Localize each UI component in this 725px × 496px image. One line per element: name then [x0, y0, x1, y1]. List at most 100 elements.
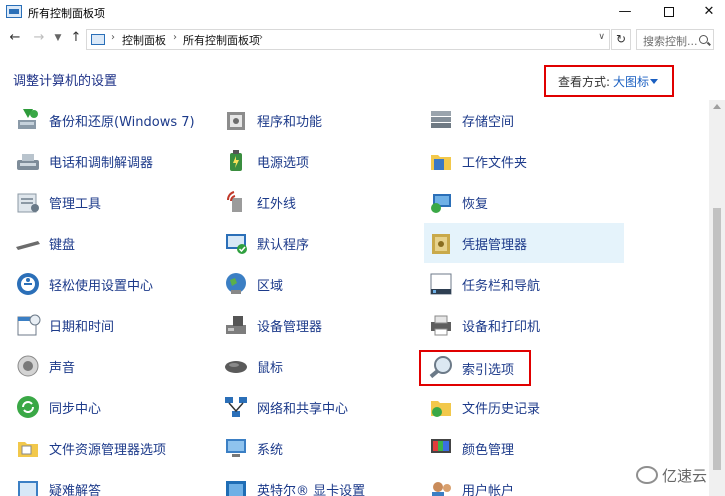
item-power-options[interactable]: 电源选项 — [222, 141, 422, 181]
infrared-icon — [227, 191, 242, 212]
title-bar: 所有控制面板项 — ✕ — [0, 0, 725, 25]
breadcrumb-control-panel[interactable]: 控制面板 — [122, 32, 166, 48]
item-ease-of-access[interactable]: 轻松使用设置中心 — [14, 264, 214, 304]
system-icon — [226, 439, 246, 457]
item-troubleshooting[interactable]: 疑难解答 — [14, 469, 214, 496]
item-label: 程序和功能 — [257, 115, 323, 130]
item-device-manager[interactable]: 设备管理器 — [222, 305, 422, 345]
sync-center-icon — [17, 396, 39, 418]
breadcrumb-all-items[interactable]: 所有控制面板项 — [183, 32, 260, 48]
item-system[interactable]: 系统 — [222, 428, 422, 468]
network-sharing-icon — [225, 397, 247, 417]
recent-locations-button[interactable]: ▼ — [49, 29, 67, 47]
item-programs-features[interactable]: 程序和功能 — [222, 100, 422, 140]
item-recovery[interactable]: 恢复 — [427, 182, 627, 222]
item-work-folders[interactable]: 工作文件夹 — [427, 141, 627, 181]
item-network-sharing[interactable]: 网络和共享中心 — [222, 387, 422, 427]
taskbar-navigation-icon — [430, 273, 452, 295]
explorer-options-icon — [18, 442, 38, 457]
item-label: 同步中心 — [49, 402, 102, 417]
window-title: 所有控制面板项 — [28, 7, 105, 20]
item-infrared[interactable]: 红外线 — [222, 182, 422, 222]
page-title: 调整计算机的设置 — [13, 74, 118, 89]
default-programs-icon — [226, 234, 247, 254]
item-label: 日期和时间 — [49, 320, 115, 335]
item-storage-spaces[interactable]: 存储空间 — [427, 100, 627, 140]
item-label: 轻松使用设置中心 — [49, 279, 154, 294]
item-label: 设备管理器 — [257, 320, 323, 335]
recovery-icon — [431, 194, 451, 213]
items-grid: 备份和还原(Windows 7) 程序和功能 存储空间 电话和调制解调器 电源选… — [0, 100, 709, 496]
control-panel-icon — [91, 34, 105, 45]
search-placeholder: 搜索控制... — [643, 35, 698, 48]
intel-graphics-icon — [226, 481, 246, 496]
item-phone-modem[interactable]: 电话和调制解调器 — [14, 141, 214, 181]
item-label: 区域 — [257, 279, 284, 294]
item-taskbar-navigation[interactable]: 任务栏和导航 — [427, 264, 627, 304]
minimize-button[interactable]: — — [602, 0, 648, 25]
view-by-dropdown[interactable]: 大图标 — [613, 73, 649, 90]
close-button[interactable]: ✕ — [686, 0, 725, 25]
address-bar[interactable]: › 控制面板 › 所有控制面板项 › ∨ — [86, 29, 610, 50]
item-region[interactable]: 区域 — [222, 264, 422, 304]
chevron-right-icon[interactable]: › — [111, 32, 115, 43]
item-user-accounts[interactable]: 用户帐户 — [427, 469, 627, 496]
item-label: 红外线 — [257, 197, 297, 212]
item-keyboard[interactable]: 键盘 — [14, 223, 214, 263]
refresh-button[interactable]: ↻ — [611, 29, 631, 50]
item-color-management[interactable]: 颜色管理 — [427, 428, 627, 468]
up-button[interactable]: ↑ — [67, 29, 85, 47]
scroll-up-icon[interactable] — [713, 104, 721, 109]
color-management-icon — [431, 439, 451, 453]
item-label: 系统 — [257, 443, 284, 458]
region-icon — [226, 273, 246, 294]
chevron-right-icon[interactable]: › — [173, 32, 177, 43]
item-label: 英特尔® 显卡设置 — [257, 484, 366, 496]
keyboard-icon — [16, 241, 40, 250]
backup-restore-icon — [18, 109, 38, 129]
item-admin-tools[interactable]: 管理工具 — [14, 182, 214, 222]
view-by-control: 查看方式: 大图标 — [544, 65, 674, 97]
user-accounts-icon — [432, 482, 451, 496]
item-intel-graphics[interactable]: 英特尔® 显卡设置 — [222, 469, 422, 496]
item-label: 电话和调制解调器 — [49, 156, 154, 171]
ease-of-access-icon — [17, 273, 39, 295]
admin-tools-icon — [17, 193, 39, 213]
phone-modem-icon — [17, 154, 39, 170]
item-label: 工作文件夹 — [462, 156, 528, 171]
sound-icon — [17, 355, 39, 377]
chevron-right-icon[interactable]: › — [259, 32, 263, 43]
item-devices-printers[interactable]: 设备和打印机 — [427, 305, 627, 345]
item-mouse[interactable]: 鼠标 — [222, 346, 422, 386]
navigation-bar: ← → ▼ ↑ › 控制面板 › 所有控制面板项 › ∨ ↻ 搜索控制... — [0, 25, 725, 52]
item-label: 任务栏和导航 — [462, 279, 541, 294]
item-default-programs[interactable]: 默认程序 — [222, 223, 422, 263]
mouse-icon — [225, 361, 247, 373]
device-manager-icon — [226, 316, 246, 334]
chevron-down-icon[interactable]: ∨ — [598, 32, 605, 42]
item-sync-center[interactable]: 同步中心 — [14, 387, 214, 427]
chevron-down-icon[interactable] — [650, 79, 658, 84]
forward-button[interactable]: → — [30, 29, 48, 47]
troubleshooting-icon — [18, 481, 38, 496]
control-panel-icon — [6, 5, 22, 18]
search-icon — [699, 35, 708, 44]
watermark: 亿速云 — [636, 464, 722, 490]
devices-printers-icon — [431, 315, 451, 336]
back-button[interactable]: ← — [6, 29, 24, 47]
item-file-history[interactable]: 文件历史记录 — [427, 387, 627, 427]
storage-spaces-icon — [431, 111, 451, 128]
item-date-time[interactable]: 日期和时间 — [14, 305, 214, 345]
item-sound[interactable]: 声音 — [14, 346, 214, 386]
vertical-scrollbar[interactable] — [709, 100, 725, 496]
item-label: 默认程序 — [257, 238, 310, 253]
item-backup-restore[interactable]: 备份和还原(Windows 7) — [14, 100, 214, 140]
scrollbar-thumb[interactable] — [713, 208, 721, 470]
item-explorer-options[interactable]: 文件资源管理器选项 — [14, 428, 214, 468]
item-label: 键盘 — [49, 238, 76, 253]
item-label: 索引选项 — [462, 363, 515, 378]
item-label: 疑难解答 — [49, 484, 102, 496]
item-credential-manager[interactable]: 凭据管理器 — [424, 223, 624, 263]
item-indexing-options[interactable]: 索引选项 — [419, 350, 531, 386]
search-input[interactable]: 搜索控制... — [636, 29, 714, 50]
